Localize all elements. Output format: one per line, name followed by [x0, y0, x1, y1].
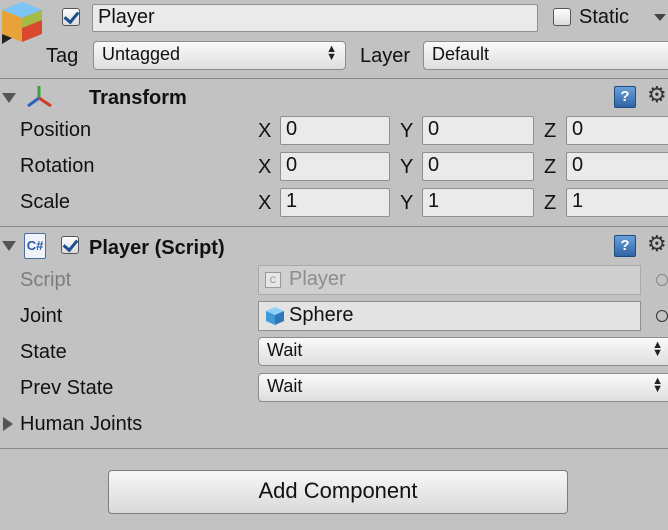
- gear-icon[interactable]: ⚙: [647, 233, 667, 255]
- script-enabled-checkbox[interactable]: [61, 236, 79, 254]
- header-separator: [0, 78, 668, 79]
- rotation-label: Rotation: [20, 155, 95, 177]
- joint-field-value: Sphere: [289, 304, 354, 326]
- position-x-field[interactable]: 0: [280, 116, 390, 145]
- layer-dropdown[interactable]: Default: [423, 41, 668, 70]
- tag-label: Tag: [46, 45, 79, 67]
- gear-icon[interactable]: ⚙: [647, 84, 667, 106]
- position-x-label: X: [258, 120, 272, 142]
- tag-value: Untagged: [102, 44, 181, 64]
- position-y-label: Y: [400, 120, 414, 142]
- rotation-x-label: X: [258, 156, 272, 178]
- prev-state-label: Prev State: [20, 377, 114, 399]
- position-y-field[interactable]: 0: [422, 116, 534, 145]
- transform-separator: [0, 226, 668, 227]
- rotation-z-label: Z: [544, 156, 557, 178]
- rotation-y-label: Y: [400, 156, 414, 178]
- dropdown-arrows-icon: ▲ ▼: [652, 339, 663, 359]
- joint-object-field[interactable]: Sphere: [258, 301, 641, 331]
- layer-value: Default: [432, 44, 490, 64]
- gameobject-cube-icon: [2, 2, 42, 44]
- object-picker-icon[interactable]: [656, 310, 668, 322]
- script-title: Player (Script): [89, 237, 225, 259]
- human-joints-foldout-icon[interactable]: [3, 417, 13, 431]
- position-z-field[interactable]: 0: [566, 116, 668, 145]
- script-file-icon: C: [265, 272, 281, 288]
- scale-z-field[interactable]: 1: [566, 188, 668, 217]
- add-component-label: Add Component: [258, 478, 418, 503]
- scale-x-label: X: [258, 192, 272, 214]
- script-object-field: Player: [258, 265, 641, 295]
- position-label: Position: [20, 119, 92, 141]
- human-joints-label[interactable]: Human Joints: [20, 412, 142, 436]
- transform-title: Transform: [89, 87, 187, 109]
- script-field-value: Player: [289, 268, 346, 290]
- dropdown-arrows-icon: ▲ ▼: [326, 43, 337, 63]
- rotation-x-field[interactable]: 0: [280, 152, 390, 181]
- static-label: Static: [579, 6, 630, 28]
- joint-label: Joint: [20, 305, 63, 327]
- help-book-icon[interactable]: ?: [614, 86, 636, 108]
- layer-label: Layer: [360, 45, 411, 67]
- script-field-label: Script: [20, 269, 72, 291]
- help-book-icon[interactable]: ?: [614, 235, 636, 257]
- state-value: Wait: [267, 340, 303, 360]
- static-checkbox[interactable]: [553, 8, 571, 26]
- transform-foldout-icon[interactable]: [2, 93, 16, 103]
- prev-state-dropdown[interactable]: Wait ▲ ▼: [258, 373, 668, 402]
- rotation-y-field[interactable]: 0: [422, 152, 534, 181]
- mesh-cube-icon: [266, 307, 284, 325]
- add-component-button[interactable]: Add Component: [108, 470, 568, 514]
- prev-state-value: Wait: [267, 376, 303, 396]
- name-field[interactable]: Player: [92, 4, 538, 32]
- position-z-label: Z: [544, 120, 557, 142]
- script-foldout-icon[interactable]: [2, 241, 16, 251]
- scale-y-field[interactable]: 1: [422, 188, 534, 217]
- tag-dropdown[interactable]: Untagged ▲ ▼: [93, 41, 346, 70]
- script-separator: [0, 448, 668, 449]
- static-dropdown-icon[interactable]: [654, 14, 666, 21]
- state-label: State: [20, 341, 67, 363]
- active-checkbox[interactable]: [62, 8, 80, 26]
- transform-axes-icon: [27, 86, 52, 108]
- scale-x-field[interactable]: 1: [280, 188, 390, 217]
- scale-y-label: Y: [400, 192, 414, 214]
- scale-z-label: Z: [544, 192, 557, 214]
- dropdown-arrows-icon: ▲ ▼: [652, 375, 663, 395]
- rotation-z-field[interactable]: 0: [566, 152, 668, 181]
- scale-label: Scale: [20, 191, 71, 213]
- object-picker-icon: [656, 274, 668, 286]
- state-dropdown[interactable]: Wait ▲ ▼: [258, 337, 668, 366]
- csharp-script-icon: C#: [24, 233, 46, 259]
